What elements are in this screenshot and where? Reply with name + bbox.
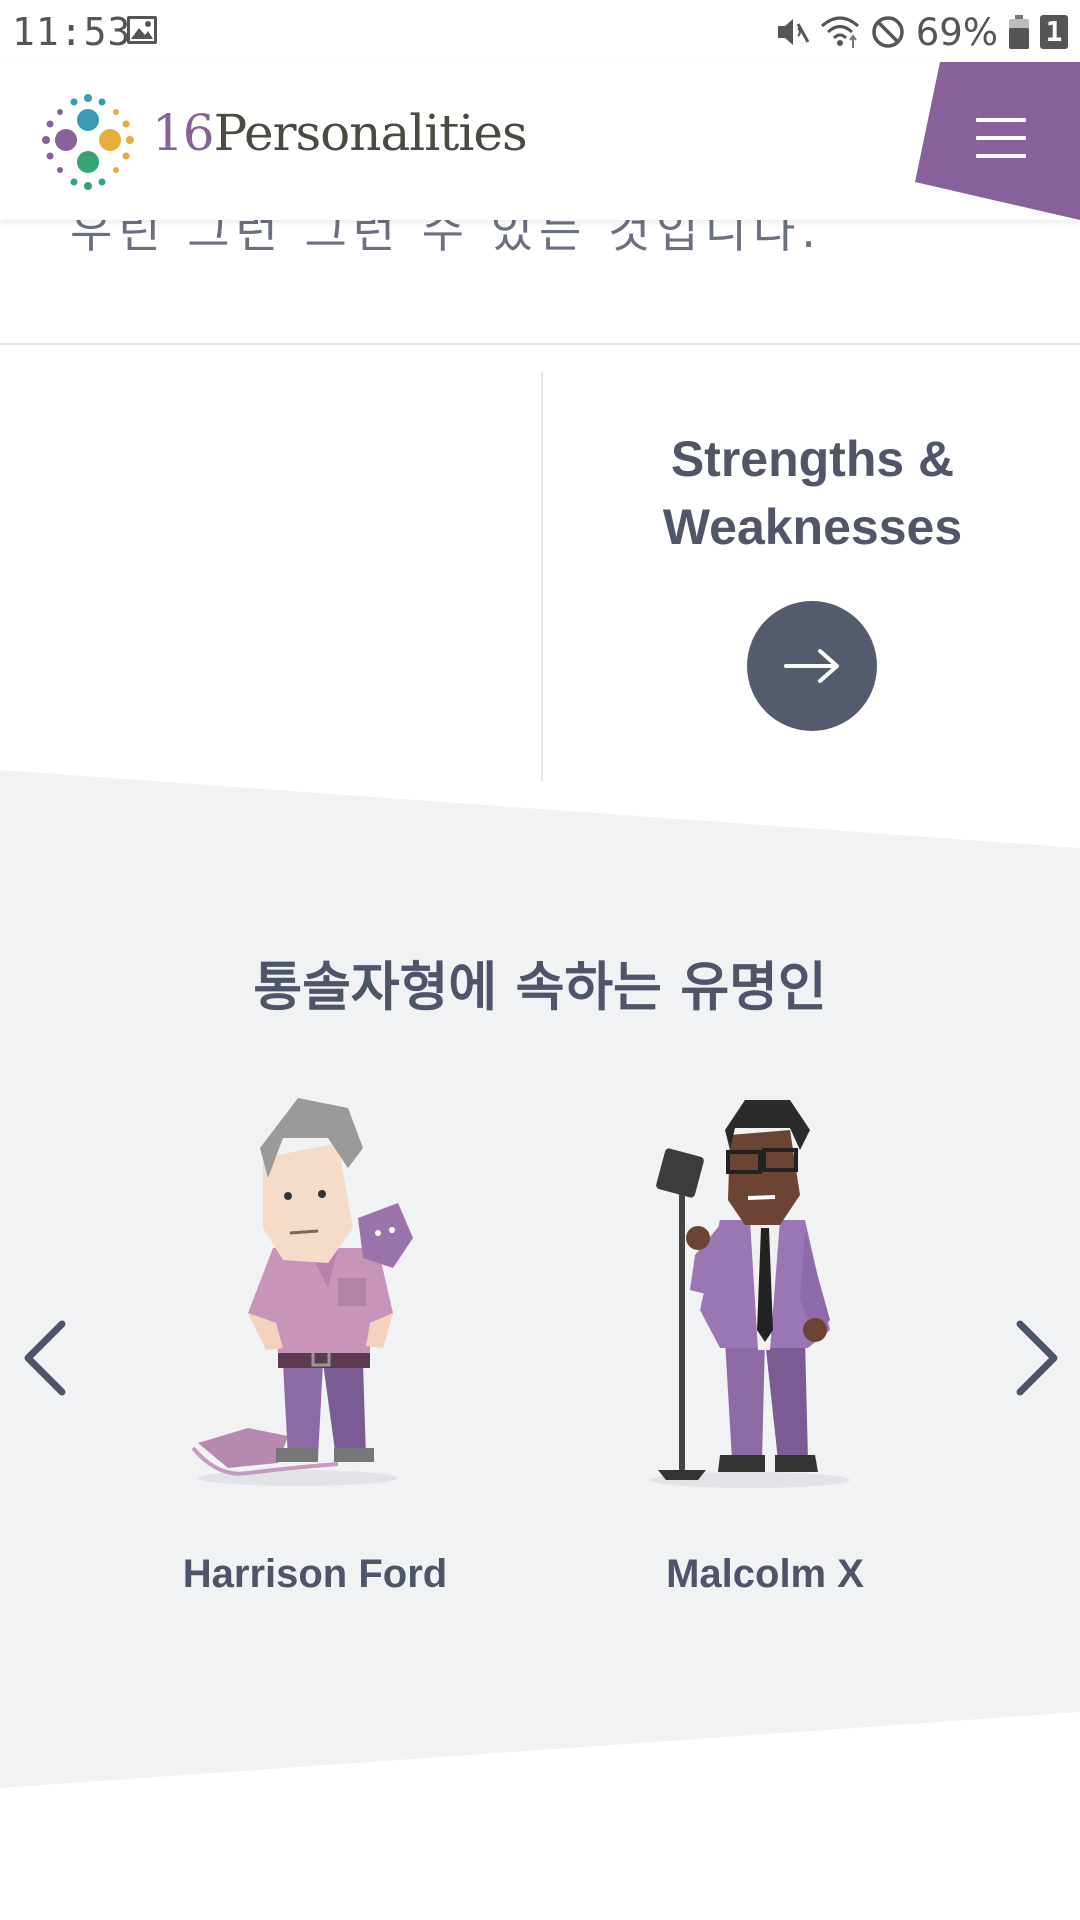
hamburger-menu-icon[interactable] [976, 118, 1026, 158]
chevron-right-icon[interactable] [1008, 1318, 1064, 1398]
famous-section-background [0, 770, 1080, 1788]
wifi-icon [820, 16, 859, 48]
logo-dots-icon[interactable] [36, 90, 140, 194]
battery-percent: 69% [915, 10, 998, 54]
malcolm-x-illustration[interactable] [640, 1090, 880, 1490]
gallery-icon [127, 16, 157, 44]
strengths-weaknesses-button[interactable] [747, 601, 877, 731]
strengths-weaknesses-title[interactable]: Strengths & Weaknesses [585, 425, 1040, 561]
site-header: 16Personalities [0, 62, 1080, 220]
sim-badge: 1 [1040, 15, 1068, 49]
status-icons: 69% 1 [774, 10, 1068, 54]
arrow-right-icon [784, 649, 839, 683]
card-divider [541, 372, 543, 782]
harrison-ford-illustration[interactable] [188, 1088, 438, 1488]
status-bar: 11:53 69% 1 [0, 0, 1080, 62]
chevron-left-icon[interactable] [18, 1318, 74, 1398]
status-time: 11:53 [12, 10, 132, 54]
famous-people-title: 통솔자형에 속하는 유명인 [253, 957, 827, 1018]
do-not-disturb-icon [872, 16, 904, 48]
celebrity-name-malcolm-x[interactable]: Malcolm X [600, 1552, 930, 1597]
mute-icon [777, 19, 810, 45]
battery-icon [1009, 15, 1029, 49]
section-divider [0, 343, 1080, 345]
logo-text[interactable]: 16Personalities [152, 104, 528, 162]
celebrity-name-harrison-ford[interactable]: Harrison Ford [120, 1552, 510, 1597]
